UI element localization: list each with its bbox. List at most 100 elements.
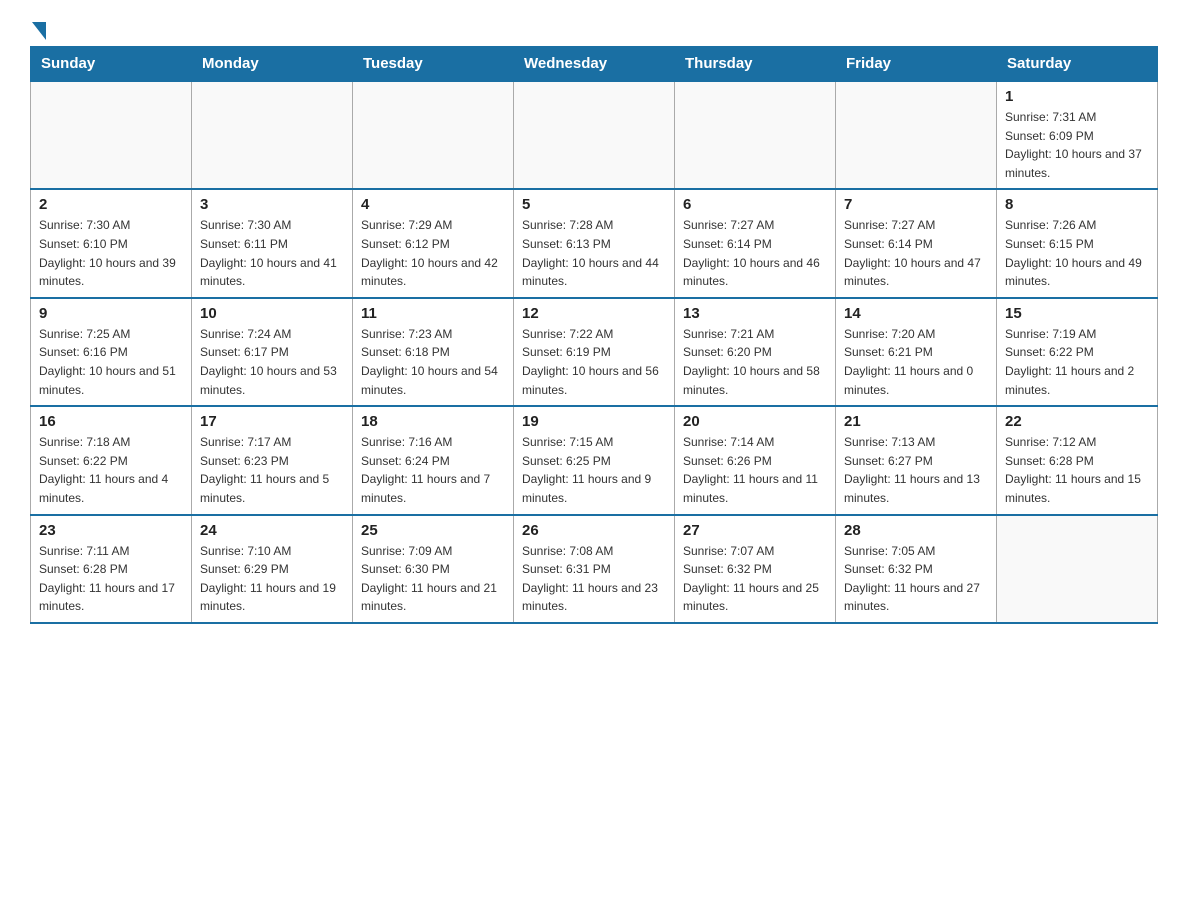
day-number: 11 (361, 305, 505, 322)
calendar-table: SundayMondayTuesdayWednesdayThursdayFrid… (30, 46, 1158, 624)
calendar-cell: 20 Sunrise: 7:14 AMSunset: 6:26 PMDayligh… (675, 406, 836, 514)
calendar-cell: 14 Sunrise: 7:20 AMSunset: 6:21 PMDayligh… (836, 298, 997, 406)
weekday-header-friday: Friday (836, 47, 997, 82)
day-info: Sunrise: 7:08 AMSunset: 6:31 PMDaylight:… (522, 542, 666, 616)
calendar-cell: 12 Sunrise: 7:22 AMSunset: 6:19 PMDayligh… (514, 298, 675, 406)
day-info: Sunrise: 7:05 AMSunset: 6:32 PMDaylight:… (844, 542, 988, 616)
day-number: 22 (1005, 413, 1149, 430)
page-header (30, 20, 1158, 36)
day-info: Sunrise: 7:11 AMSunset: 6:28 PMDaylight:… (39, 542, 183, 616)
day-number: 7 (844, 196, 988, 213)
day-number: 8 (1005, 196, 1149, 213)
day-number: 1 (1005, 88, 1149, 105)
day-number: 18 (361, 413, 505, 430)
calendar-cell: 11 Sunrise: 7:23 AMSunset: 6:18 PMDayligh… (353, 298, 514, 406)
calendar-cell: 5 Sunrise: 7:28 AMSunset: 6:13 PMDaylight… (514, 189, 675, 297)
day-info: Sunrise: 7:20 AMSunset: 6:21 PMDaylight:… (844, 325, 988, 399)
day-info: Sunrise: 7:07 AMSunset: 6:32 PMDaylight:… (683, 542, 827, 616)
weekday-header-sunday: Sunday (31, 47, 192, 82)
day-info: Sunrise: 7:24 AMSunset: 6:17 PMDaylight:… (200, 325, 344, 399)
calendar-cell (192, 81, 353, 189)
day-info: Sunrise: 7:31 AMSunset: 6:09 PMDaylight:… (1005, 108, 1149, 182)
day-number: 12 (522, 305, 666, 322)
weekday-header-tuesday: Tuesday (353, 47, 514, 82)
calendar-week-row: 9 Sunrise: 7:25 AMSunset: 6:16 PMDaylight… (31, 298, 1158, 406)
day-info: Sunrise: 7:13 AMSunset: 6:27 PMDaylight:… (844, 433, 988, 507)
calendar-cell: 10 Sunrise: 7:24 AMSunset: 6:17 PMDayligh… (192, 298, 353, 406)
calendar-cell: 9 Sunrise: 7:25 AMSunset: 6:16 PMDaylight… (31, 298, 192, 406)
day-info: Sunrise: 7:16 AMSunset: 6:24 PMDaylight:… (361, 433, 505, 507)
calendar-cell: 22Sunrise: 7:12 AMSunset: 6:28 PMDayligh… (997, 406, 1158, 514)
day-number: 3 (200, 196, 344, 213)
weekday-header-thursday: Thursday (675, 47, 836, 82)
calendar-cell (836, 81, 997, 189)
calendar-cell: 1 Sunrise: 7:31 AMSunset: 6:09 PMDaylight… (997, 81, 1158, 189)
calendar-week-row: 16 Sunrise: 7:18 AMSunset: 6:22 PMDayligh… (31, 406, 1158, 514)
day-number: 23 (39, 522, 183, 539)
day-info: Sunrise: 7:30 AMSunset: 6:10 PMDaylight:… (39, 216, 183, 290)
day-info: Sunrise: 7:23 AMSunset: 6:18 PMDaylight:… (361, 325, 505, 399)
calendar-cell: 7Sunrise: 7:27 AMSunset: 6:14 PMDaylight… (836, 189, 997, 297)
calendar-cell: 19 Sunrise: 7:15 AMSunset: 6:25 PMDayligh… (514, 406, 675, 514)
day-number: 19 (522, 413, 666, 430)
calendar-cell (997, 515, 1158, 623)
day-info: Sunrise: 7:30 AMSunset: 6:11 PMDaylight:… (200, 216, 344, 290)
day-number: 20 (683, 413, 827, 430)
day-number: 14 (844, 305, 988, 322)
logo (30, 20, 46, 36)
calendar-cell (675, 81, 836, 189)
day-number: 16 (39, 413, 183, 430)
day-info: Sunrise: 7:26 AMSunset: 6:15 PMDaylight:… (1005, 216, 1149, 290)
day-number: 10 (200, 305, 344, 322)
day-number: 6 (683, 196, 827, 213)
calendar-cell (31, 81, 192, 189)
calendar-week-row: 23 Sunrise: 7:11 AMSunset: 6:28 PMDayligh… (31, 515, 1158, 623)
day-info: Sunrise: 7:21 AMSunset: 6:20 PMDaylight:… (683, 325, 827, 399)
day-number: 4 (361, 196, 505, 213)
day-number: 5 (522, 196, 666, 213)
day-info: Sunrise: 7:28 AMSunset: 6:13 PMDaylight:… (522, 216, 666, 290)
calendar-cell: 6Sunrise: 7:27 AMSunset: 6:14 PMDaylight… (675, 189, 836, 297)
calendar-cell: 17Sunrise: 7:17 AMSunset: 6:23 PMDayligh… (192, 406, 353, 514)
day-number: 13 (683, 305, 827, 322)
weekday-header-saturday: Saturday (997, 47, 1158, 82)
calendar-cell: 27 Sunrise: 7:07 AMSunset: 6:32 PMDayligh… (675, 515, 836, 623)
weekday-header-wednesday: Wednesday (514, 47, 675, 82)
calendar-cell: 15 Sunrise: 7:19 AMSunset: 6:22 PMDayligh… (997, 298, 1158, 406)
logo-arrow-icon (32, 22, 46, 40)
day-info: Sunrise: 7:29 AMSunset: 6:12 PMDaylight:… (361, 216, 505, 290)
calendar-cell (353, 81, 514, 189)
calendar-cell: 28 Sunrise: 7:05 AMSunset: 6:32 PMDayligh… (836, 515, 997, 623)
calendar-cell: 24 Sunrise: 7:10 AMSunset: 6:29 PMDayligh… (192, 515, 353, 623)
calendar-cell: 3 Sunrise: 7:30 AMSunset: 6:11 PMDaylight… (192, 189, 353, 297)
day-info: Sunrise: 7:14 AMSunset: 6:26 PMDaylight:… (683, 433, 827, 507)
calendar-cell: 23 Sunrise: 7:11 AMSunset: 6:28 PMDayligh… (31, 515, 192, 623)
day-info: Sunrise: 7:15 AMSunset: 6:25 PMDaylight:… (522, 433, 666, 507)
weekday-header-monday: Monday (192, 47, 353, 82)
day-number: 25 (361, 522, 505, 539)
calendar-week-row: 2 Sunrise: 7:30 AMSunset: 6:10 PMDaylight… (31, 189, 1158, 297)
day-number: 21 (844, 413, 988, 430)
day-info: Sunrise: 7:19 AMSunset: 6:22 PMDaylight:… (1005, 325, 1149, 399)
day-number: 17 (200, 413, 344, 430)
day-number: 24 (200, 522, 344, 539)
day-number: 28 (844, 522, 988, 539)
calendar-cell (514, 81, 675, 189)
day-info: Sunrise: 7:18 AMSunset: 6:22 PMDaylight:… (39, 433, 183, 507)
calendar-cell: 2 Sunrise: 7:30 AMSunset: 6:10 PMDaylight… (31, 189, 192, 297)
day-info: Sunrise: 7:09 AMSunset: 6:30 PMDaylight:… (361, 542, 505, 616)
calendar-cell: 16 Sunrise: 7:18 AMSunset: 6:22 PMDayligh… (31, 406, 192, 514)
calendar-cell: 4 Sunrise: 7:29 AMSunset: 6:12 PMDaylight… (353, 189, 514, 297)
calendar-cell: 25 Sunrise: 7:09 AMSunset: 6:30 PMDayligh… (353, 515, 514, 623)
day-number: 15 (1005, 305, 1149, 322)
calendar-week-row: 1 Sunrise: 7:31 AMSunset: 6:09 PMDaylight… (31, 81, 1158, 189)
day-number: 26 (522, 522, 666, 539)
day-number: 9 (39, 305, 183, 322)
day-info: Sunrise: 7:25 AMSunset: 6:16 PMDaylight:… (39, 325, 183, 399)
day-number: 27 (683, 522, 827, 539)
calendar-cell: 21 Sunrise: 7:13 AMSunset: 6:27 PMDayligh… (836, 406, 997, 514)
day-info: Sunrise: 7:22 AMSunset: 6:19 PMDaylight:… (522, 325, 666, 399)
day-info: Sunrise: 7:10 AMSunset: 6:29 PMDaylight:… (200, 542, 344, 616)
calendar-cell: 13 Sunrise: 7:21 AMSunset: 6:20 PMDayligh… (675, 298, 836, 406)
day-number: 2 (39, 196, 183, 213)
